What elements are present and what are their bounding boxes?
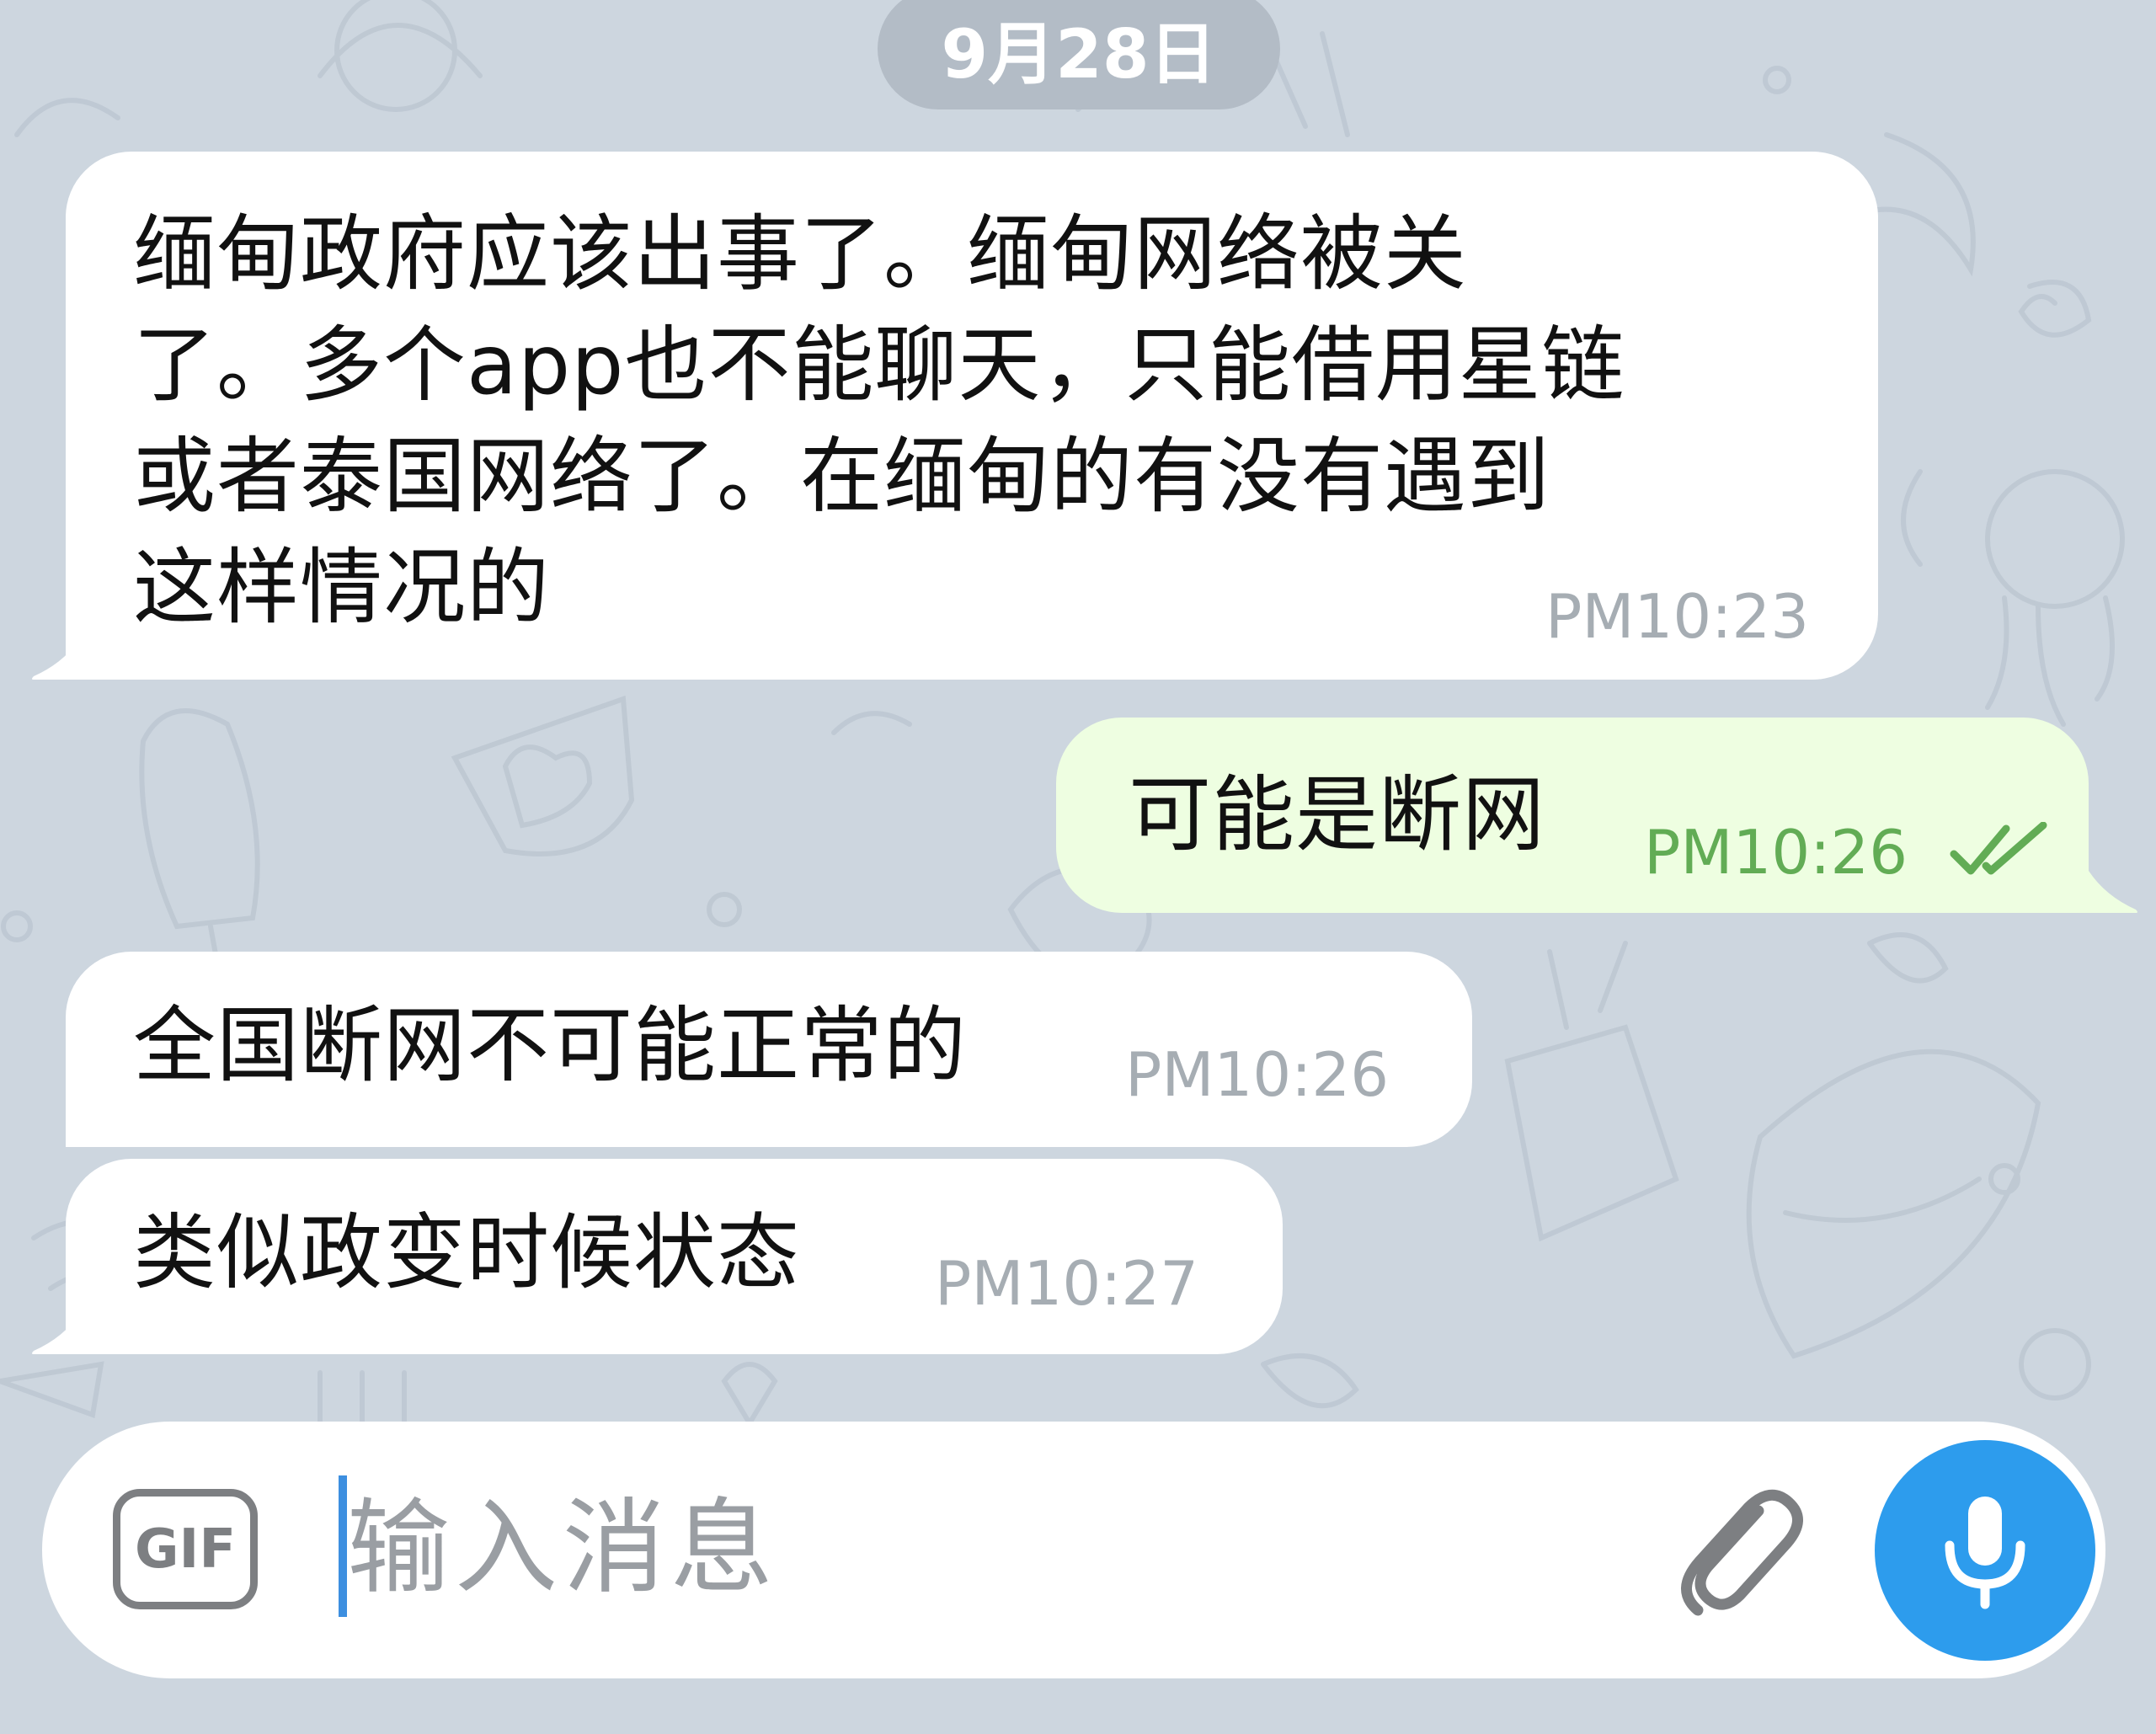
message-text-line: 这样情况的	[133, 540, 551, 636]
message-text: 全国断网不可能正常的	[133, 998, 968, 1094]
message-timestamp: PM10:26	[1644, 817, 1908, 888]
bubble-tail	[32, 638, 81, 680]
message-timestamp: PM10:26	[1125, 1039, 1390, 1110]
voice-record-button[interactable]	[1875, 1440, 2095, 1661]
message-timestamp: PM10:23	[1545, 581, 1809, 652]
double-check-icon	[1950, 822, 2047, 875]
message-text-line: 了。多个app也不能聊天，只能借用星链	[133, 317, 1625, 413]
text-caret	[339, 1475, 347, 1617]
bubble-tail	[2089, 871, 2137, 913]
message-bubble-incoming[interactable]: 全国断网不可能正常的 PM10:26	[66, 952, 1472, 1147]
message-text: 可能是断网	[1129, 767, 1546, 863]
message-bubble-outgoing[interactable]: 可能是断网 PM10:26	[1056, 718, 2089, 913]
paperclip-icon[interactable]	[1659, 1472, 1819, 1632]
gif-button-label: GIF	[134, 1518, 237, 1581]
message-text-line: 缅甸政府应该出事了。缅甸网络被关	[133, 206, 1468, 302]
message-timestamp: PM10:27	[935, 1248, 1199, 1319]
microphone-icon	[1945, 1497, 2025, 1609]
message-bubble-incoming[interactable]: 缅甸政府应该出事了。缅甸网络被关 了。多个app也不能聊天，只能借用星链 或者泰…	[66, 152, 1878, 680]
message-text-line: 或者泰国网络了。在缅甸的有没有遇到	[133, 429, 1551, 525]
date-separator: 9月28日	[878, 0, 1280, 109]
message-composer: GIF	[42, 1422, 2105, 1678]
bubble-tail	[32, 1312, 81, 1354]
message-text: 类似政变时候状态	[133, 1205, 801, 1301]
message-bubble-incoming[interactable]: 类似政变时候状态 PM10:27	[66, 1159, 1283, 1354]
gif-button[interactable]: GIF	[113, 1489, 258, 1609]
message-input[interactable]	[347, 1474, 1568, 1621]
